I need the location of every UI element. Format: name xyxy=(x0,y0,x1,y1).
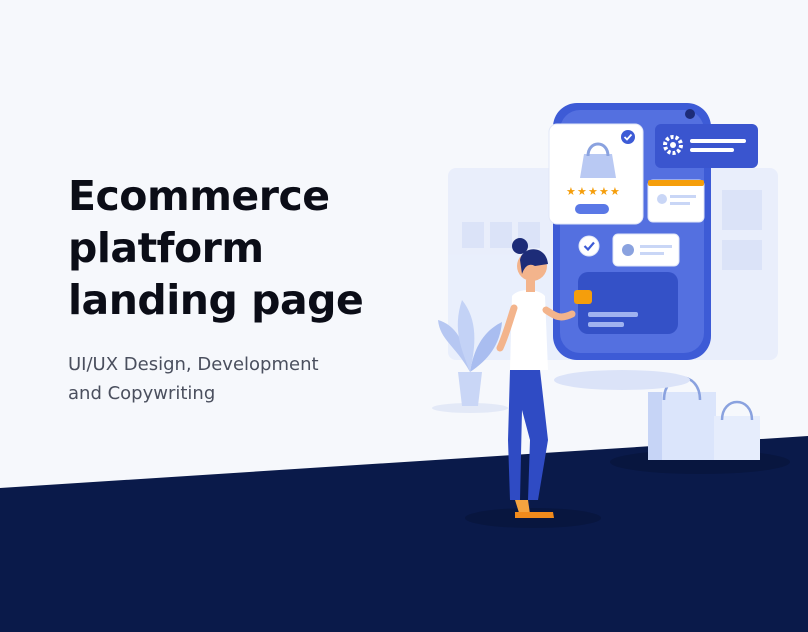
svg-text:★: ★ xyxy=(577,185,587,198)
svg-text:★: ★ xyxy=(588,185,598,198)
hero-title: Ecommerce platform landing page xyxy=(68,170,364,326)
rating-stars: ★ ★ ★ ★ ★ xyxy=(566,185,620,198)
svg-text:★: ★ xyxy=(599,185,609,198)
hero-title-line-3: landing page xyxy=(68,276,364,324)
svg-text:★: ★ xyxy=(610,185,620,198)
hero-subtitle-line-2: and Copywriting xyxy=(68,383,216,404)
hero-subtitle: UI/UX Design, Development and Copywritin… xyxy=(68,350,319,408)
svg-text:★: ★ xyxy=(566,185,576,198)
check-circle-icon xyxy=(578,235,600,257)
check-badge-icon xyxy=(621,130,635,144)
hero-subtitle-line-1: UI/UX Design, Development xyxy=(68,354,319,375)
settings-card xyxy=(655,124,758,168)
info-card-middle xyxy=(612,233,680,267)
info-card-top xyxy=(647,179,705,223)
product-card: ★ ★ ★ ★ ★ xyxy=(548,123,644,225)
hero-title-line-2: platform xyxy=(68,224,264,272)
shopping-bags-icon xyxy=(610,376,790,474)
hero-title-line-1: Ecommerce xyxy=(68,172,330,220)
